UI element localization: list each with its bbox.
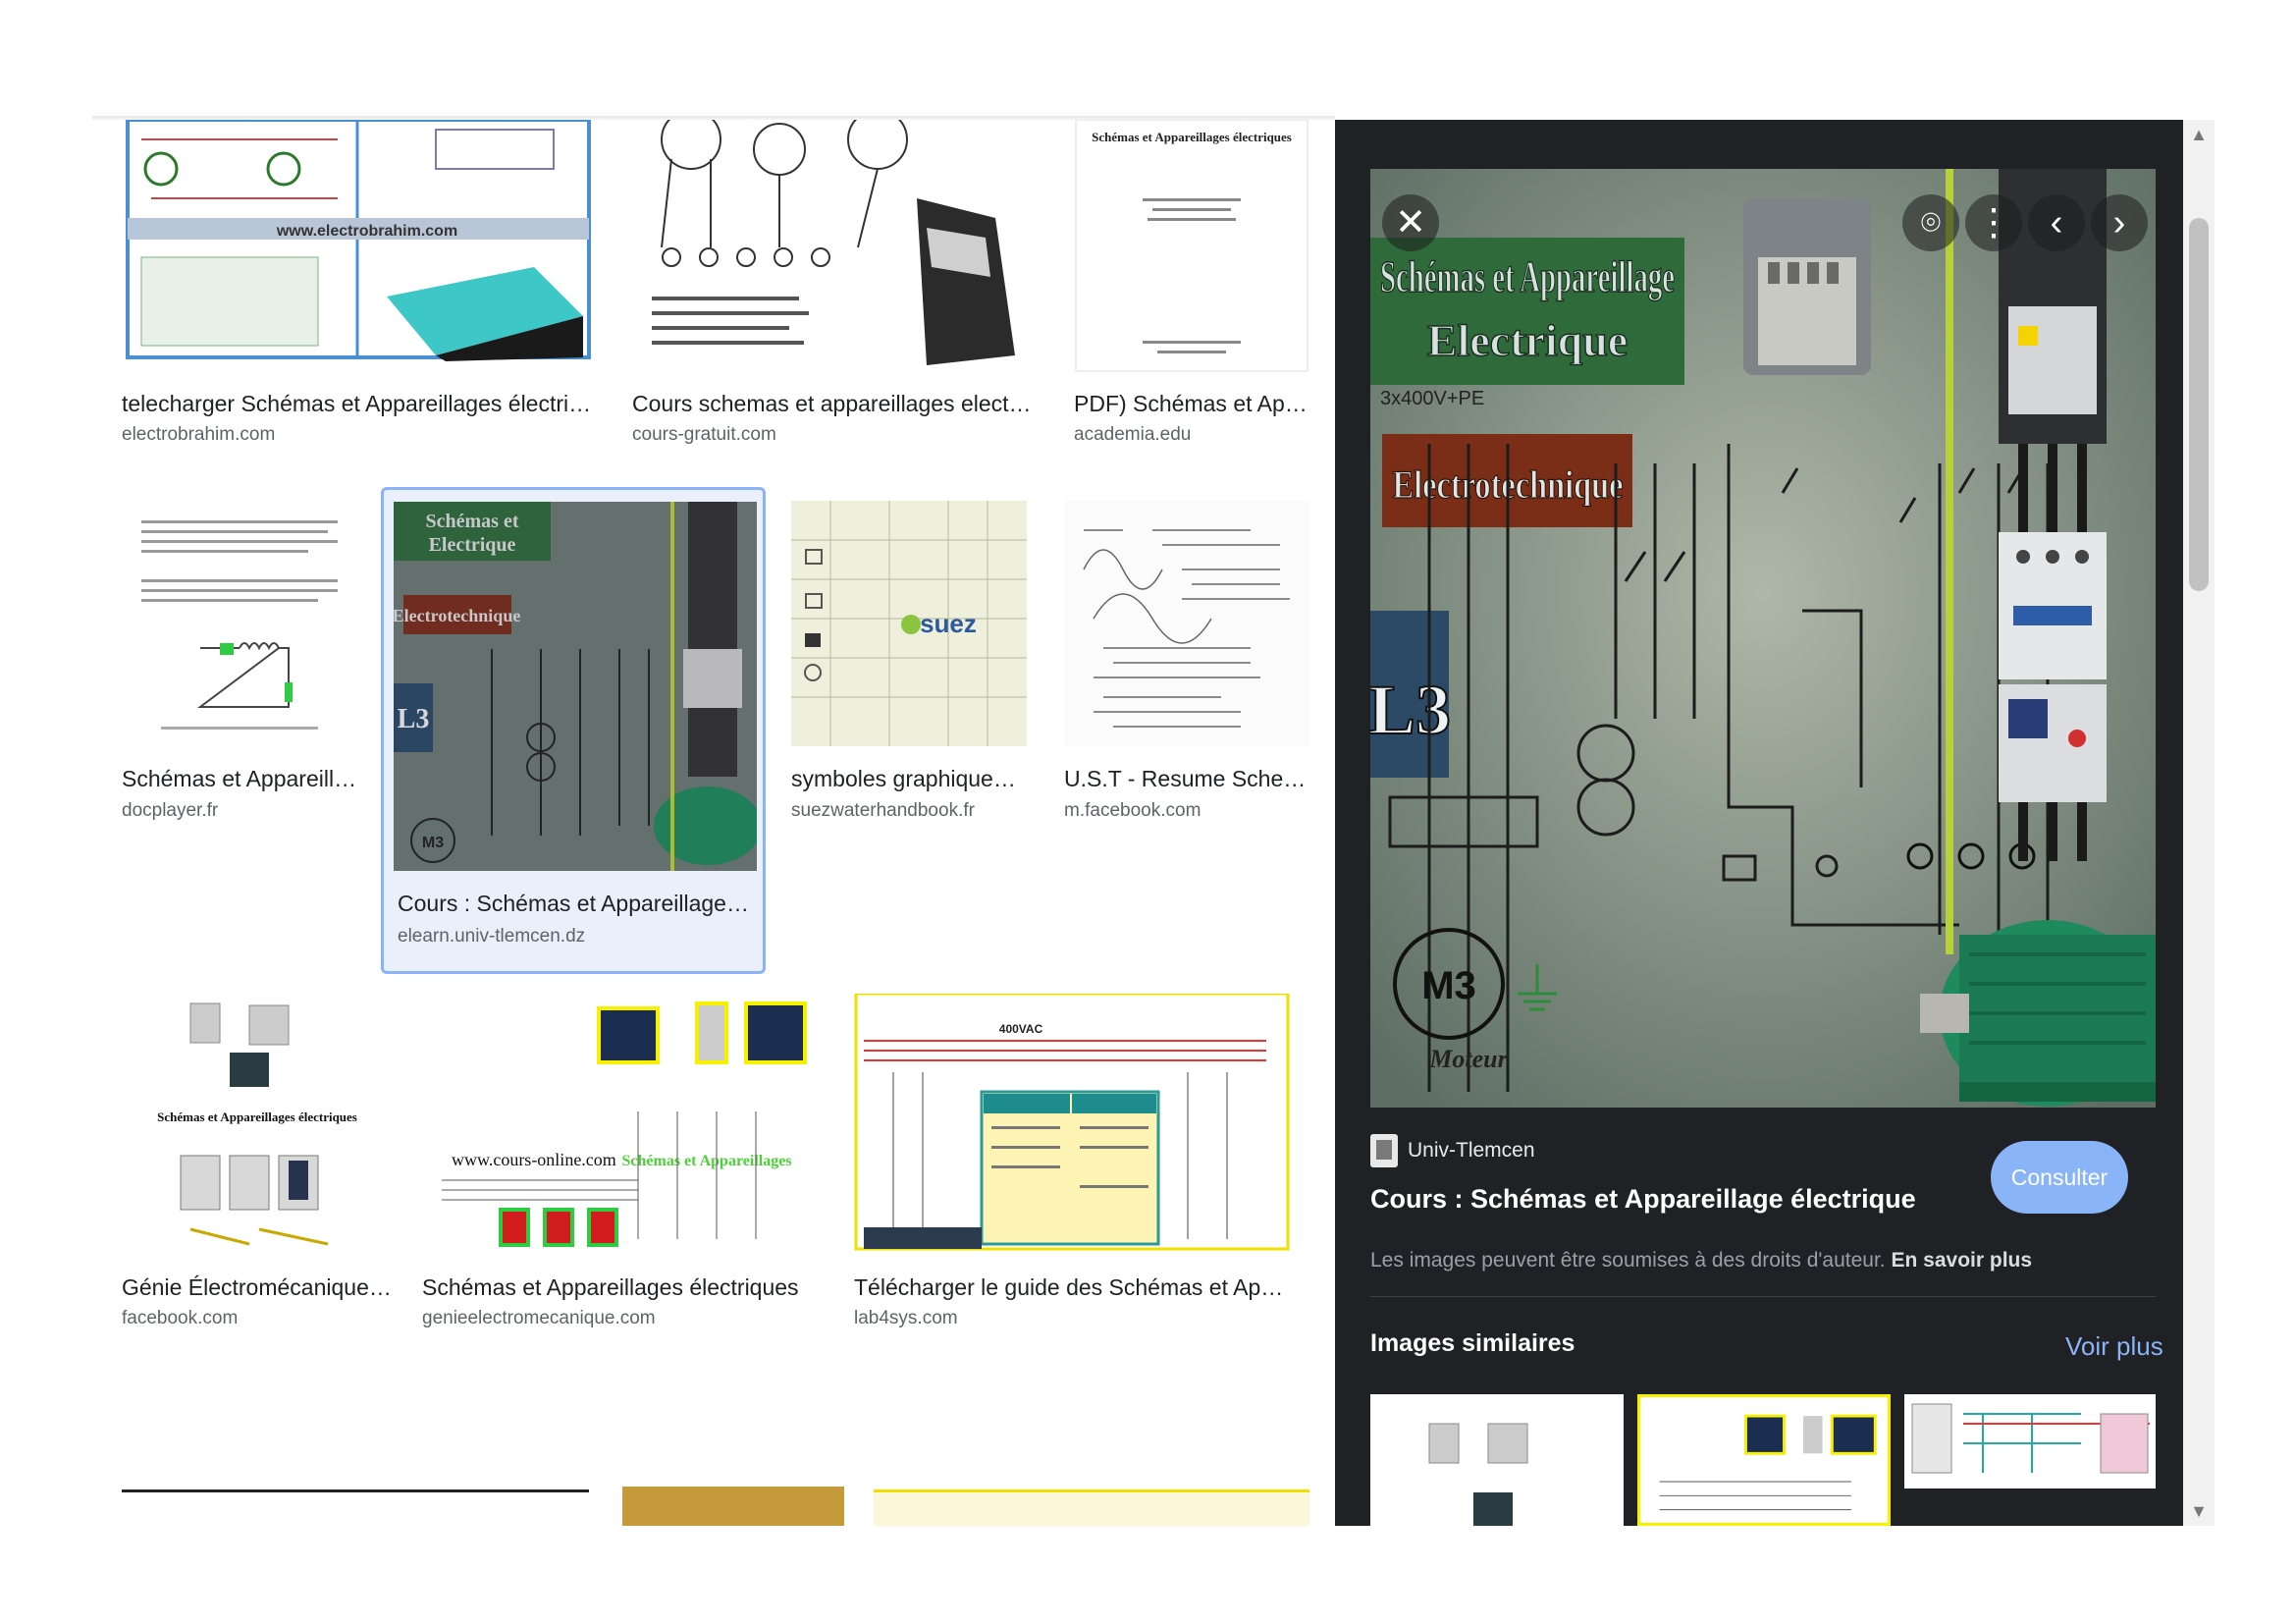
result-thumbnail[interactable] bbox=[874, 1489, 1309, 1526]
copyright-text: Les images peuvent être soumises à des d… bbox=[1370, 1249, 1886, 1272]
site-favicon-icon bbox=[1370, 1134, 1398, 1167]
chevron-left-icon: ‹ bbox=[2050, 202, 2063, 244]
result-source: electrobrahim.com bbox=[122, 424, 276, 445]
result-source: m.facebook.com bbox=[1064, 800, 1201, 821]
learn-more-link[interactable]: En savoir plus bbox=[1892, 1249, 2033, 1272]
page-scrollbar[interactable]: ▲ ▼ bbox=[2183, 120, 2215, 1526]
preview-source-name[interactable]: Univ-Tlemcen bbox=[1408, 1139, 1535, 1163]
scrollbar-thumb[interactable] bbox=[2189, 218, 2209, 591]
result-thumbnail[interactable]: www.cours-online.com Schémas et Appareil… bbox=[422, 994, 825, 1251]
similar-image-2[interactable] bbox=[1637, 1394, 1891, 1526]
preview-title-line2: Electrique bbox=[1427, 315, 1628, 365]
preview-source[interactable]: Univ-Tlemcen bbox=[1370, 1133, 1535, 1168]
thumbnail-voltage-label: 400VAC bbox=[999, 1022, 1043, 1036]
result-title[interactable]: Schémas et Appareillages… bbox=[122, 766, 357, 792]
thumbnail-watermark: www.cours-online.com bbox=[452, 1150, 616, 1169]
preview-motor-symbol: M3 bbox=[1421, 964, 1476, 1007]
lens-search-button[interactable]: ⌾ bbox=[1902, 194, 1959, 251]
copyright-notice: Les images peuvent être soumises à des d… bbox=[1370, 1249, 2032, 1272]
result-source: docplayer.fr bbox=[122, 800, 219, 821]
result-source: suezwaterhandbook.fr bbox=[791, 800, 975, 821]
preview-voltage-label: 3x400V+PE bbox=[1380, 388, 1484, 409]
result-card-11-partial[interactable] bbox=[122, 1489, 589, 1526]
similar-image-1[interactable] bbox=[1370, 1394, 1624, 1526]
result-title[interactable]: U.S.T - Resume Schema Ap… bbox=[1064, 766, 1309, 792]
chevron-right-icon: › bbox=[2112, 202, 2126, 244]
svg-text:Schémas et Appareillages: Schémas et Appareillages bbox=[621, 1153, 791, 1169]
scroll-down-arrow-icon[interactable]: ▼ bbox=[2183, 1496, 2215, 1526]
result-card-6[interactable]: suez symboles graphiques pour… suezwater… bbox=[791, 501, 1027, 821]
result-thumbnail[interactable]: Schémas et Appareillages électriques bbox=[122, 994, 393, 1251]
result-title[interactable]: Génie Électromécanique - Sch… bbox=[122, 1274, 393, 1301]
similar-images-heading: Images similaires bbox=[1370, 1329, 1575, 1357]
thumbnail-title-text: Schémas et Appareillages électriques bbox=[157, 1110, 357, 1124]
image-preview-panel: Schémas et Appareillage Electrique 3x400… bbox=[1335, 120, 2215, 1526]
result-thumbnail[interactable] bbox=[1064, 501, 1309, 746]
preview-title[interactable]: Cours : Schémas et Appareillage électriq… bbox=[1370, 1184, 1916, 1215]
result-thumbnail[interactable]: suez bbox=[791, 501, 1027, 746]
preview-image[interactable]: Schémas et Appareillage Electrique 3x400… bbox=[1370, 169, 2156, 1108]
result-thumbnail[interactable]: Schémas et Appareillages électriques bbox=[1074, 120, 1309, 373]
next-image-button[interactable]: › bbox=[2091, 194, 2148, 251]
close-preview-button[interactable]: ✕ bbox=[1382, 194, 1439, 251]
image-results-grid: www.electrobrahim.com telecharger Schéma… bbox=[92, 120, 1335, 1526]
result-title[interactable]: Schémas et Appareillages électriques bbox=[422, 1274, 825, 1301]
result-title[interactable]: symboles graphiques pour… bbox=[791, 766, 1027, 792]
close-icon: ✕ bbox=[1395, 202, 1426, 244]
result-source: genieelectromecanique.com bbox=[422, 1308, 656, 1328]
thumbnail-watermark: www.electrobrahim.com bbox=[276, 223, 457, 240]
result-thumbnail[interactable]: www.electrobrahim.com bbox=[122, 120, 595, 363]
scroll-up-arrow-icon[interactable]: ▲ bbox=[2183, 120, 2215, 149]
result-card-1[interactable]: www.electrobrahim.com telecharger Schéma… bbox=[122, 120, 595, 454]
result-title[interactable]: Cours schemas et appareillages electriqu… bbox=[632, 391, 1035, 417]
result-title[interactable]: Cours : Schémas et Appareillage électriq… bbox=[398, 891, 755, 917]
result-title[interactable]: telecharger Schémas et Appareillages éle… bbox=[122, 391, 595, 417]
result-card-2[interactable]: Cours schemas et appareillages electriqu… bbox=[632, 120, 1035, 454]
result-thumbnail[interactable] bbox=[622, 1487, 844, 1526]
result-card-9[interactable]: www.cours-online.com Schémas et Appareil… bbox=[422, 994, 825, 1328]
consult-button[interactable]: Consulter bbox=[1991, 1141, 2128, 1214]
result-card-7[interactable]: U.S.T - Resume Schema Ap… m.facebook.com bbox=[1064, 501, 1309, 821]
result-title[interactable]: PDF) Schémas et Apparei… bbox=[1074, 391, 1309, 417]
suez-logo-text: suez bbox=[920, 609, 977, 638]
result-card-13-partial[interactable] bbox=[874, 1489, 1309, 1526]
lens-icon: ⌾ bbox=[1920, 204, 1942, 242]
more-vertical-icon: ⋮ bbox=[1975, 202, 2012, 244]
result-card-10[interactable]: 400VAC Télécharger le guide des Schémas … bbox=[854, 994, 1309, 1328]
result-source: facebook.com bbox=[122, 1308, 239, 1328]
result-source: lab4sys.com bbox=[854, 1308, 958, 1328]
see-more-link[interactable]: Voir plus bbox=[2065, 1331, 2163, 1362]
preview-motor-label: Moteur bbox=[1428, 1045, 1508, 1073]
result-card-5-selected[interactable]: Schémas et Electrique Electrotechnique L… bbox=[381, 487, 766, 974]
result-thumbnail[interactable]: Schémas et Electrique Electrotechnique L… bbox=[394, 502, 757, 871]
similar-image-3[interactable] bbox=[1904, 1394, 2156, 1489]
result-thumbnail[interactable]: 400VAC bbox=[854, 994, 1290, 1251]
result-card-12-partial[interactable] bbox=[622, 1487, 844, 1526]
result-thumbnail[interactable] bbox=[122, 1489, 589, 1526]
result-source: elearn.univ-tlemcen.dz bbox=[398, 926, 586, 947]
preview-level-label: L3 bbox=[1370, 671, 1451, 749]
result-card-3[interactable]: Schémas et Appareillages électriques PDF… bbox=[1074, 120, 1309, 454]
more-options-button[interactable]: ⋮ bbox=[1965, 194, 2022, 251]
result-card-4[interactable]: Schémas et Appareillages… docplayer.fr bbox=[122, 501, 357, 821]
preview-image-drawing: Schémas et Appareillage Electrique 3x400… bbox=[1370, 169, 2156, 1108]
result-thumbnail[interactable] bbox=[122, 501, 357, 746]
result-source: cours-gratuit.com bbox=[632, 424, 776, 445]
divider bbox=[1370, 1296, 2156, 1297]
previous-image-button[interactable]: ‹ bbox=[2028, 194, 2085, 251]
result-thumbnail[interactable] bbox=[632, 120, 1035, 373]
thumbnail-title-text: Schémas et Appareillages électriques bbox=[1092, 130, 1292, 144]
result-source: academia.edu bbox=[1074, 424, 1192, 445]
result-title[interactable]: Télécharger le guide des Schémas et Appa… bbox=[854, 1274, 1290, 1301]
preview-title-line1: Schémas et Appareillage bbox=[1380, 251, 1675, 301]
result-card-8[interactable]: Schémas et Appareillages électriques Gén… bbox=[122, 994, 393, 1328]
